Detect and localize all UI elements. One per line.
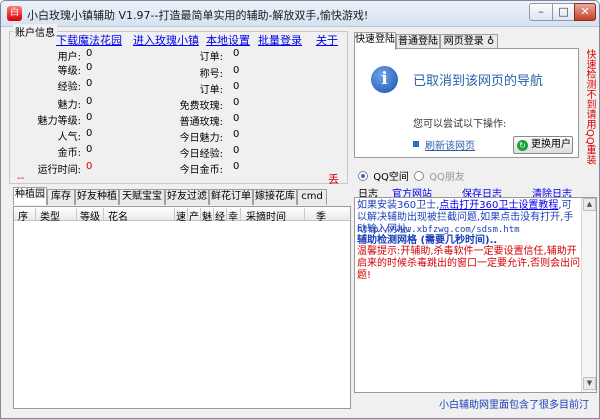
tab-plantation[interactable]: 种植园: [13, 187, 47, 205]
gold-value: 0: [86, 144, 93, 155]
download-garden-link[interactable]: 下载魔法花园: [56, 32, 122, 48]
tab-graft-library[interactable]: 嫁接花库: [253, 189, 297, 205]
order2-value: 0: [233, 81, 240, 92]
charm-level-value: 0: [86, 112, 93, 123]
today-exp-value: 0: [233, 145, 240, 156]
footer-notice: 小白辅助网里面包含了很多目前汀: [439, 400, 589, 411]
exp-label: 经验:: [57, 82, 81, 93]
log-area[interactable]: 如果安装360卫士,点击打开360卫士设置教程,可以解决辅助出现被拦截问题,如果…: [354, 197, 597, 393]
corner-left-mark: --: [17, 173, 25, 184]
app-icon: 白: [7, 6, 22, 21]
col-speed[interactable]: 速: [176, 208, 186, 223]
today-charm-label: 今日魅力:: [179, 133, 223, 144]
col-type[interactable]: 类型: [40, 208, 60, 223]
switch-user-label: 更换用户: [531, 139, 571, 150]
title-label: 称号:: [199, 69, 223, 80]
close-button[interactable]: ✕: [574, 3, 596, 21]
order-label: 订单:: [199, 52, 223, 63]
browser-hint: 您可以尝试以下操作:: [413, 119, 507, 130]
bullet-icon: [413, 141, 419, 147]
table-header: 序 类型 等级 花名 速 产 魅 经 幸 采摘时间 季: [14, 207, 350, 223]
col-exp[interactable]: 经: [215, 208, 225, 223]
main-tab-strip: 种植园 库存 好友种植 天赋宝宝 好友过滤 鲜花订单 嫁接花库 cmd: [13, 187, 351, 207]
log-warning: 温馨提示:开辅助,杀毒软件一定要设置信任,辅助开启来的时候杀毒跳出的窗口一定要允…: [357, 246, 581, 281]
globe-icon: ♁: [486, 36, 495, 47]
radio-qq-zone-label: QQ空间: [373, 172, 409, 183]
col-index[interactable]: 序: [18, 208, 28, 223]
maximize-button[interactable]: □: [552, 3, 575, 21]
tab-web-login-label: 网页登录: [443, 36, 484, 47]
scroll-down-icon[interactable]: ▼: [583, 377, 596, 390]
tab-friend-plant[interactable]: 好友种植: [75, 189, 119, 205]
level-label: 等级:: [57, 66, 81, 77]
enter-rose-town-link[interactable]: 进入玫瑰小镇: [133, 32, 199, 48]
radio-qq-zone-dot[interactable]: [358, 171, 368, 181]
tab-flower-order[interactable]: 鲜花订单: [209, 189, 253, 205]
radio-qq-friend-dot[interactable]: [414, 171, 424, 181]
level-value: 0: [86, 62, 93, 73]
scroll-up-icon[interactable]: ▲: [583, 198, 596, 211]
360-tutorial-link[interactable]: 点击打开360卫士设置教程: [439, 200, 558, 211]
tab-inventory[interactable]: 库存: [47, 189, 75, 205]
switch-user-button[interactable]: ↻ 更换用户: [513, 136, 573, 154]
order-value: 0: [233, 48, 240, 59]
user-label: 用户:: [57, 52, 81, 63]
free-rose-label: 免费玫瑰:: [179, 101, 223, 112]
col-harvest-time[interactable]: 采摘时间: [246, 208, 286, 223]
col-season[interactable]: 季: [316, 208, 326, 223]
batch-login-link[interactable]: 批量登录: [258, 32, 302, 48]
charm-level-label: 魅力等级:: [37, 116, 81, 127]
radio-qq-friend-label: QQ朋友: [429, 172, 465, 183]
radio-qq-friend[interactable]: QQ朋友: [414, 168, 465, 183]
today-gold-value: 0: [233, 161, 240, 172]
today-exp-label: 今日经验:: [179, 149, 223, 160]
local-settings-link[interactable]: 本地设置: [206, 32, 250, 48]
normal-rose-value: 0: [233, 113, 240, 124]
window-title: 小白玫瑰小镇辅助 V1.97--打造最简单实用的辅助-解放双手,愉快游戏!: [27, 9, 369, 22]
account-info-legend: 账户信息: [13, 24, 57, 39]
runtime-label: 运行时间:: [37, 165, 81, 176]
log-360-prefix: 如果安装360卫士,: [357, 200, 440, 211]
info-icon: i: [371, 66, 398, 93]
popularity-label: 人气:: [57, 132, 81, 143]
today-gold-label: 今日金币:: [179, 165, 223, 176]
user-value: 0: [86, 48, 93, 59]
about-link[interactable]: 关于: [316, 32, 338, 48]
title-value: 0: [233, 65, 240, 76]
minimize-button[interactable]: –: [529, 3, 553, 21]
order2-label: 订单:: [199, 85, 223, 96]
popularity-value: 0: [86, 128, 93, 139]
refresh-icon: ↻: [517, 140, 528, 151]
normal-rose-label: 普通玫瑰:: [179, 117, 223, 128]
browser-panel[interactable]: i 已取消到该网页的导航 您可以尝试以下操作: 刷新该网页 ↻ 更换用户: [354, 48, 579, 158]
col-level[interactable]: 等级: [80, 208, 100, 223]
refresh-page-link[interactable]: 刷新该网页: [425, 137, 475, 152]
title-bar[interactable]: 白 小白玫瑰小镇辅助 V1.97--打造最简单实用的辅助-解放双手,愉快游戏! …: [1, 1, 599, 27]
exp-value: 0: [86, 78, 93, 89]
tab-talent-baby[interactable]: 天赋宝宝: [119, 189, 165, 205]
free-rose-value: 0: [233, 97, 240, 108]
tab-quick-login[interactable]: 快速登陆: [354, 32, 396, 50]
tab-cmd[interactable]: cmd: [297, 189, 327, 205]
charm-value: 0: [86, 96, 93, 107]
col-flower-name[interactable]: 花名: [108, 208, 128, 223]
col-yield[interactable]: 产: [189, 208, 199, 223]
col-charm[interactable]: 魅: [202, 208, 212, 223]
main-window: 白 小白玫瑰小镇辅助 V1.97--打造最简单实用的辅助-解放双手,愉快游戏! …: [0, 0, 600, 419]
col-luck[interactable]: 幸: [228, 208, 238, 223]
corner-right-mark[interactable]: 丢: [328, 171, 339, 187]
log-scrollbar[interactable]: ▲ ▼: [581, 198, 596, 392]
plant-table[interactable]: 序 类型 等级 花名 速 产 魅 经 幸 采摘时间 季: [13, 206, 351, 409]
runtime-value: 0: [86, 161, 93, 172]
charm-label: 魅力:: [57, 100, 81, 111]
browser-message: 已取消到该网页的导航: [413, 74, 544, 89]
radio-qq-zone[interactable]: QQ空间: [358, 168, 409, 183]
tab-friend-filter[interactable]: 好友过滤: [165, 189, 209, 205]
side-notice: 快速检测不到请用QQ重装: [584, 49, 595, 165]
today-charm-value: 0: [233, 129, 240, 140]
gold-label: 金币:: [57, 148, 81, 159]
